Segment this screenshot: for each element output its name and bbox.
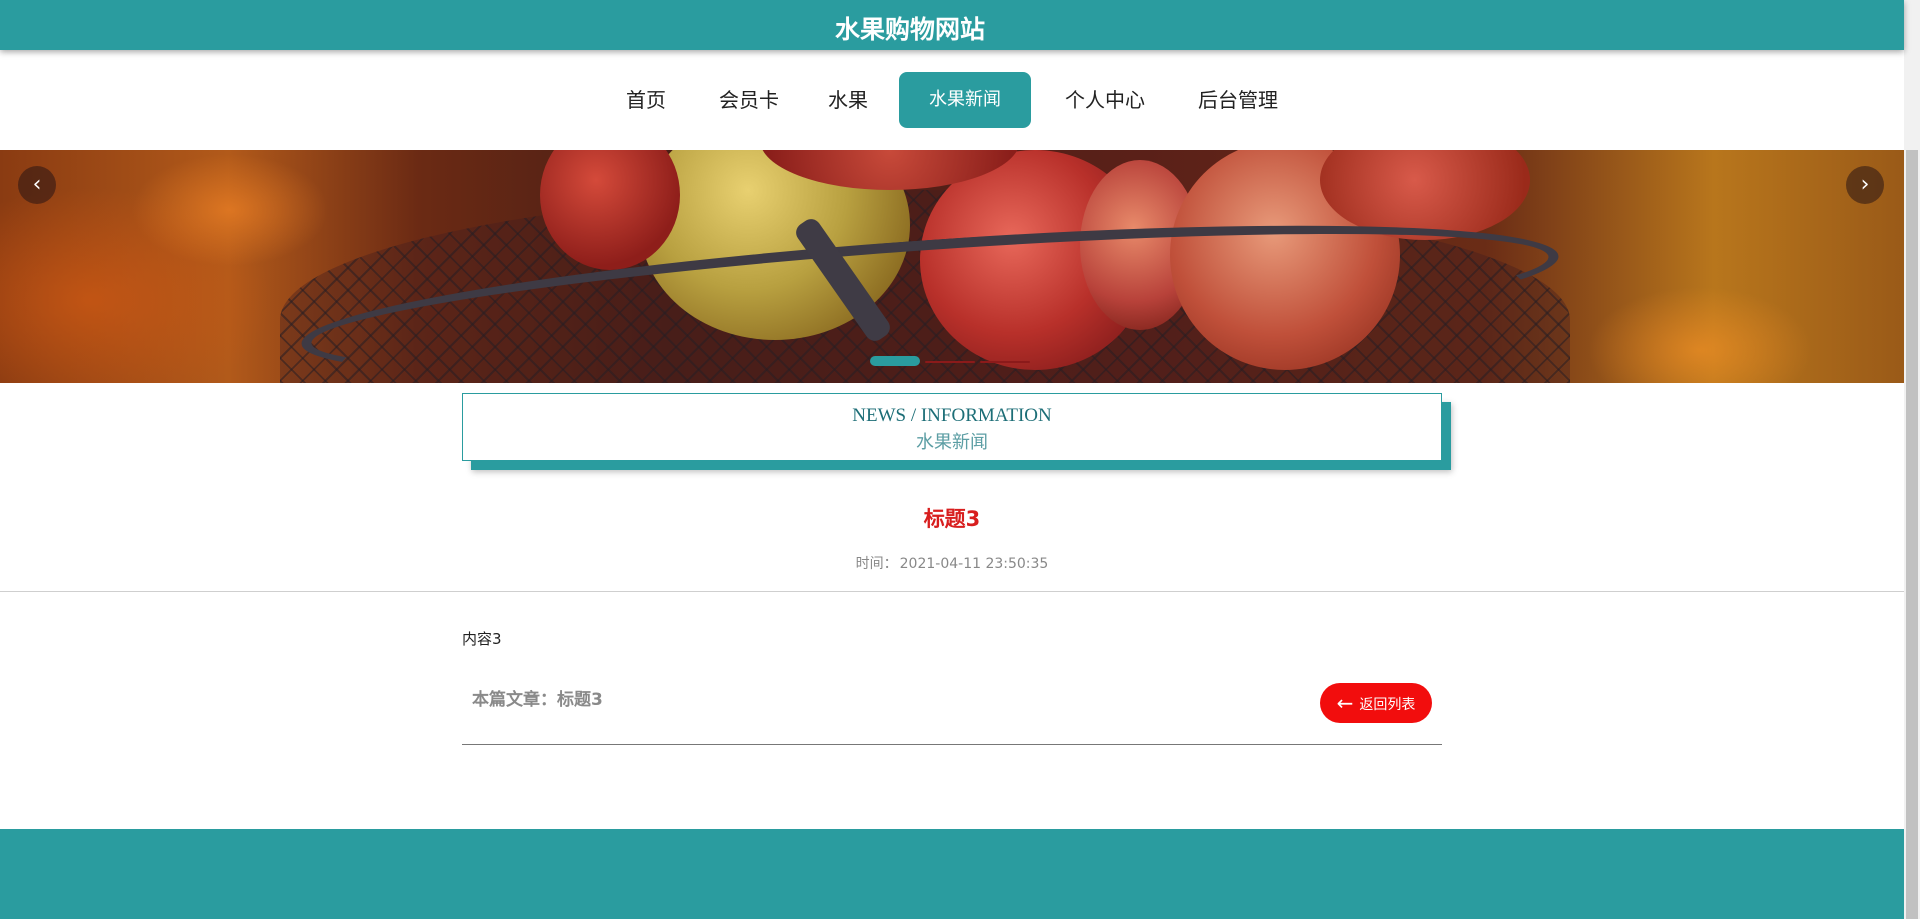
time-value: 2021-04-11 23:50:35: [899, 556, 1049, 572]
time-label: 时间：: [855, 556, 898, 572]
site-title: 水果购物网站: [834, 15, 985, 44]
arrow-left-icon: ←: [1336, 691, 1354, 715]
article-title: 标题3: [923, 507, 981, 531]
article-time: 时间： 2021-04-11 23:50:35: [0, 553, 1904, 573]
main-nav: 首页 会员卡 水果 水果新闻 个人中心 后台管理: [0, 72, 1904, 128]
scrollbar-thumb[interactable]: [1906, 150, 1918, 919]
divider: [0, 591, 1904, 592]
slide-indicator[interactable]: [925, 361, 975, 363]
current-article: 本篇文章：标题3: [472, 685, 603, 710]
slide-indicator[interactable]: [980, 361, 1030, 363]
prev-slide-button[interactable]: ‹: [18, 166, 56, 204]
section-title-cn: 水果新闻: [916, 432, 988, 453]
divider: [462, 744, 1442, 745]
page: 水果购物网站 首页 会员卡 水果 水果新闻 个人中心 后台管理 ‹ › NEWS…: [0, 0, 1920, 919]
back-to-list-button[interactable]: ← 返回列表: [1320, 683, 1432, 723]
back-to-list-label: 返回列表: [1359, 697, 1416, 713]
slide-indicators: [870, 356, 1030, 366]
scrollbar[interactable]: [1904, 0, 1920, 919]
section-heading: NEWS / INFORMATION 水果新闻: [462, 393, 1442, 461]
next-slide-button[interactable]: ›: [1846, 166, 1884, 204]
footer: [0, 829, 1904, 919]
article-content: 内容3: [462, 630, 502, 648]
nav-item-fruit[interactable]: 水果: [822, 72, 874, 128]
current-article-title: 标题3: [557, 690, 603, 710]
current-article-label: 本篇文章：: [472, 690, 557, 710]
section-title-en: NEWS / INFORMATION: [852, 405, 1052, 426]
slide-indicator[interactable]: [870, 356, 920, 366]
nav-item-personal-center[interactable]: 个人中心: [1058, 72, 1152, 128]
banner-carousel: ‹ ›: [0, 150, 1904, 383]
nav-item-member-card[interactable]: 会员卡: [712, 72, 786, 128]
nav-item-admin[interactable]: 后台管理: [1190, 72, 1286, 128]
nav-item-home[interactable]: 首页: [616, 72, 676, 128]
top-bar: 水果购物网站: [0, 0, 1904, 50]
nav-item-fruit-news[interactable]: 水果新闻: [899, 72, 1031, 128]
